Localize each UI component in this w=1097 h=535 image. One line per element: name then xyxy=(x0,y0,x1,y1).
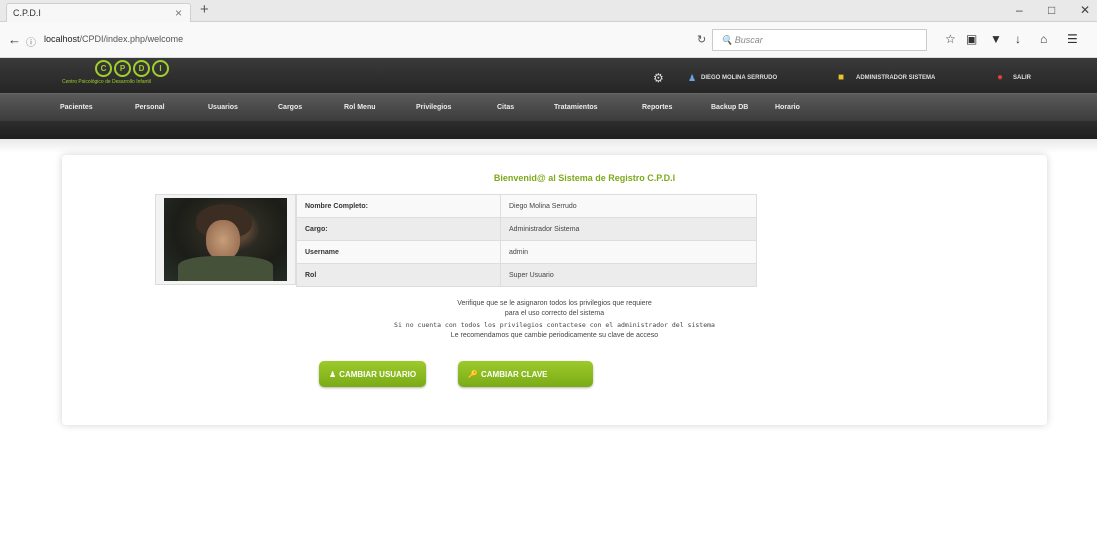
back-icon[interactable]: ← xyxy=(8,32,21,47)
user-icon: ♟ xyxy=(688,73,697,83)
gear-icon[interactable]: ⚙ xyxy=(653,71,664,85)
search-input[interactable]: 🔍 Buscar xyxy=(712,29,927,51)
menu-item-privilegios[interactable]: Privilegios xyxy=(416,104,451,111)
main-menu: Pacientes Personal Usuarios Cargos Rol M… xyxy=(0,93,1097,121)
logout-link[interactable]: SALIR xyxy=(1013,75,1031,81)
user-info-table: Nombre Completo: Diego Molina Serrudo Ca… xyxy=(296,194,757,287)
notice-line-3: Si no cuenta con todos los privilegios c… xyxy=(394,321,715,329)
table-row: Rol Super Usuario xyxy=(296,263,757,287)
logo-letter-i: I xyxy=(152,60,169,77)
tab-close-icon[interactable]: × xyxy=(175,6,182,20)
menu-item-backup-db[interactable]: Backup DB xyxy=(711,104,748,111)
photo-shirt xyxy=(178,256,273,281)
logo-letter-p: P xyxy=(114,60,131,77)
sub-menu-bar xyxy=(0,121,1097,139)
minimize-icon[interactable]: – xyxy=(1016,3,1023,17)
menu-icon[interactable]: ☰ xyxy=(1067,32,1078,46)
notice-line-1: Verifique que se le asignaron todos los … xyxy=(457,300,652,307)
row-value: Diego Molina Serrudo xyxy=(500,194,757,218)
row-value: admin xyxy=(500,240,757,264)
table-row: Cargo: Administrador Sistema xyxy=(296,217,757,241)
change-user-label: CAMBIAR USUARIO xyxy=(339,370,417,379)
url-field[interactable]: localhost/CPDI/index.php/welcome xyxy=(40,30,680,50)
row-label: Nombre Completo: xyxy=(296,194,501,218)
browser-tab[interactable]: C.P.D.I × xyxy=(6,3,191,23)
menu-item-usuarios[interactable]: Usuarios xyxy=(208,104,238,111)
url-path: /CPDI/index.php/welcome xyxy=(79,34,184,44)
welcome-title: Bienvenid@ al Sistema de Registro C.P.D.… xyxy=(493,173,676,183)
table-row: Nombre Completo: Diego Molina Serrudo xyxy=(296,194,757,218)
browser-toolbar: ← ⓘ localhost/CPDI/index.php/welcome ↻ 🔍… xyxy=(0,22,1097,58)
user-photo-cell xyxy=(155,194,296,285)
download-icon[interactable]: ↓ xyxy=(1015,32,1021,46)
logo-letter-c: C xyxy=(95,60,112,77)
menu-item-tratamientos[interactable]: Tratamientos xyxy=(554,104,598,111)
change-password-label: CAMBIAR CLAVE xyxy=(480,370,548,379)
new-tab-icon[interactable]: + xyxy=(200,1,209,18)
user-role[interactable]: ADMINISTRADOR SISTEMA xyxy=(856,75,935,81)
logo[interactable]: C P D I xyxy=(95,60,169,78)
logo-letter-d: D xyxy=(133,60,150,77)
tab-title: C.P.D.I xyxy=(13,8,41,18)
browser-tab-bar: C.P.D.I × + – □ ✕ xyxy=(0,0,1097,23)
url-host: localhost xyxy=(44,34,80,44)
menu-item-pacientes[interactable]: Pacientes xyxy=(60,104,93,111)
row-value: Administrador Sistema xyxy=(500,217,757,241)
notice-line-4: Le recomendamos que cambie periodicament… xyxy=(450,332,659,339)
menu-item-citas[interactable]: Citas xyxy=(497,104,514,111)
photo-face xyxy=(206,220,240,260)
search-icon: 🔍 xyxy=(721,35,733,45)
bookmark-star-icon[interactable]: ☆ xyxy=(945,32,956,46)
menu-item-reportes[interactable]: Reportes xyxy=(642,104,672,111)
change-user-button[interactable]: ♟ CAMBIAR USUARIO xyxy=(319,361,427,387)
user-icon: ♟ xyxy=(329,370,337,379)
table-row: Username admin xyxy=(296,240,757,264)
row-value: Super Usuario xyxy=(500,263,757,287)
search-placeholder: Buscar xyxy=(734,35,763,45)
home-icon[interactable]: ⌂ xyxy=(1040,32,1047,46)
menu-item-rol-menu[interactable]: Rol Menu xyxy=(344,104,376,111)
pocket-icon[interactable]: ▼ xyxy=(990,32,1002,46)
menu-item-personal[interactable]: Personal xyxy=(135,104,165,111)
user-photo xyxy=(164,198,287,281)
change-password-button[interactable]: 🔑 CAMBIAR CLAVE xyxy=(458,361,593,387)
welcome-panel: Bienvenid@ al Sistema de Registro C.P.D.… xyxy=(62,155,1047,425)
info-icon[interactable]: ⓘ xyxy=(26,34,36,49)
header-shadow xyxy=(0,139,1097,153)
menu-item-horario[interactable]: Horario xyxy=(775,104,800,111)
menu-item-cargos[interactable]: Cargos xyxy=(278,104,302,111)
app-header: C P D I Centro Psicológico de Desarrollo… xyxy=(0,58,1097,93)
logo-subtitle: Centro Psicológico de Desarrollo Infanti… xyxy=(62,79,151,85)
key-icon: 🔑 xyxy=(468,370,478,379)
close-window-icon[interactable]: ✕ xyxy=(1080,3,1090,17)
reload-icon[interactable]: ↻ xyxy=(697,33,706,46)
notice-line-2: para el uso correcto del sistema xyxy=(504,310,605,317)
row-label: Cargo: xyxy=(296,217,501,241)
role-icon: ■ xyxy=(838,72,845,83)
row-label: Username xyxy=(296,240,501,264)
user-name[interactable]: DIEGO MOLINA SERRUDO xyxy=(701,75,777,81)
maximize-icon[interactable]: □ xyxy=(1048,3,1055,17)
row-label: Rol xyxy=(296,263,501,287)
clipboard-icon[interactable]: ▣ xyxy=(966,32,977,46)
power-icon: ● xyxy=(997,72,1004,83)
